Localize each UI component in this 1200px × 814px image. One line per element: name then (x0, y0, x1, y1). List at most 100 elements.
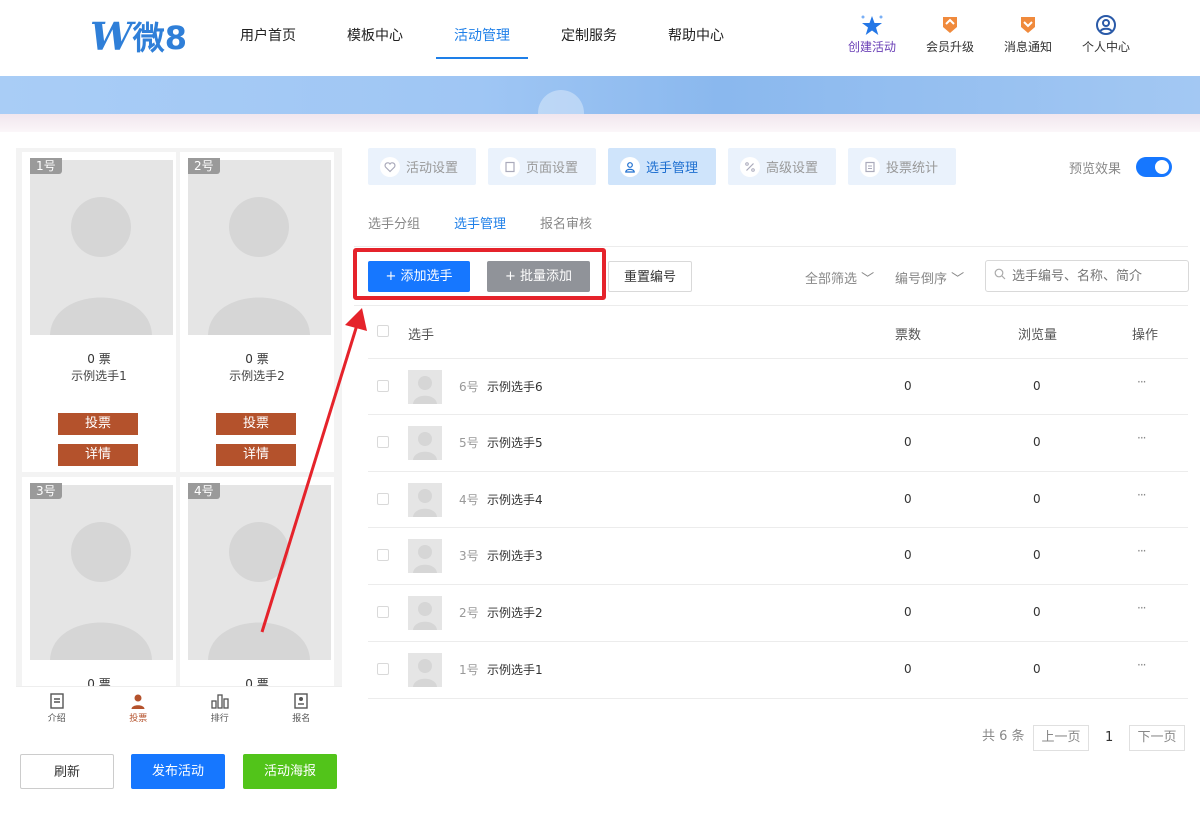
row-checkbox[interactable] (377, 380, 389, 392)
row-checkbox[interactable] (377, 549, 389, 561)
bottom-nav-rank[interactable]: 排行 (179, 687, 261, 738)
subtab-player-management[interactable]: 选手管理 (454, 213, 506, 232)
more-actions-icon[interactable]: ··· (1137, 375, 1147, 389)
nav-custom-service[interactable]: 定制服务 (543, 0, 635, 58)
player-votes: 0 (904, 605, 912, 619)
player-card[interactable]: 2号 0 票 示例选手2 投票 详情 (180, 152, 334, 472)
tab-advanced-settings[interactable]: 高级设置 (728, 148, 836, 185)
annotation-highlight-box (353, 248, 606, 300)
next-page-button[interactable]: 下一页 (1129, 725, 1185, 751)
detail-button[interactable]: 详情 (58, 444, 138, 466)
player-name: 示例选手1 (487, 663, 543, 677)
player-card[interactable]: 3号 0 票 (22, 477, 176, 691)
player-avatar (408, 426, 442, 460)
subtab-player-groups[interactable]: 选手分组 (368, 213, 420, 232)
nav-templates[interactable]: 模板中心 (329, 0, 421, 58)
preview-effect-toggle[interactable] (1136, 157, 1172, 177)
bottom-nav-intro[interactable]: 介绍 (16, 687, 98, 738)
table-row[interactable]: 5号 示例选手5 0 0 ··· (368, 414, 1188, 470)
notifications-button[interactable]: 消息通知 (989, 14, 1067, 55)
table-row[interactable]: 3号 示例选手3 0 0 ··· (368, 527, 1188, 583)
player-votes: 0 (904, 492, 912, 506)
player-card[interactable]: 4号 0 票 (180, 477, 334, 691)
bottom-nav-signup[interactable]: 报名 (261, 687, 343, 738)
player-views: 0 (1033, 492, 1041, 506)
stars-icon (833, 14, 911, 36)
player-number: 5号 (459, 436, 479, 450)
logo-mark: W (90, 13, 133, 59)
more-actions-icon[interactable]: ··· (1137, 488, 1147, 502)
tab-label: 高级设置 (766, 161, 819, 176)
player-number: 6号 (459, 380, 479, 394)
bottom-nav-label: 报名 (292, 714, 311, 724)
player-card[interactable]: 1号 0 票 示例选手1 投票 详情 (22, 152, 176, 472)
person-icon (98, 691, 180, 711)
player-name: 示例选手2 (487, 606, 543, 620)
player-number-badge: 4号 (188, 483, 220, 499)
publish-activity-button[interactable]: 发布活动 (131, 754, 225, 789)
member-upgrade-button[interactable]: 会员升级 (911, 14, 989, 55)
tab-page-settings[interactable]: 页面设置 (488, 148, 596, 185)
more-actions-icon[interactable]: ··· (1137, 431, 1147, 445)
tab-activity-settings[interactable]: 活动设置 (368, 148, 476, 185)
row-checkbox[interactable] (377, 663, 389, 675)
select-all-checkbox[interactable] (377, 325, 389, 337)
row-checkbox[interactable] (377, 606, 389, 618)
player-number-badge: 3号 (30, 483, 62, 499)
player-avatar (408, 539, 442, 573)
player-views: 0 (1033, 662, 1041, 676)
mobile-preview: 1号 0 票 示例选手1 投票 详情 2号 0 票 示例选手2 投票 详情 3号… (16, 148, 342, 738)
vote-button[interactable]: 投票 (58, 413, 138, 435)
prev-page-button[interactable]: 上一页 (1033, 725, 1089, 751)
banner (0, 76, 1200, 114)
table-row[interactable]: 6号 示例选手6 0 0 ··· (368, 358, 1188, 414)
activity-poster-button[interactable]: 活动海报 (243, 754, 337, 789)
subtab-signup-review[interactable]: 报名审核 (540, 213, 592, 232)
row-checkbox[interactable] (377, 493, 389, 505)
search-input[interactable] (985, 260, 1189, 292)
vote-button[interactable]: 投票 (216, 413, 296, 435)
nav-activity-management[interactable]: 活动管理 (436, 0, 528, 59)
player-views: 0 (1033, 605, 1041, 619)
bottom-nav-vote[interactable]: 投票 (98, 687, 180, 738)
player-views: 0 (1033, 435, 1041, 449)
player-votes: 0 票 (245, 352, 269, 366)
reset-numbering-button[interactable]: 重置编号 (608, 261, 692, 292)
player-name: 示例选手4 (487, 493, 543, 507)
divider (368, 698, 1188, 699)
main-nav: 用户首页 模板中心 活动管理 定制服务 帮助中心 (222, 0, 757, 76)
player-name: 示例选手2 (229, 369, 285, 383)
sort-order-dropdown[interactable]: 编号倒序 ﹀ (895, 268, 964, 287)
player-number: 2号 (459, 606, 479, 620)
settings-tabs: 活动设置 页面设置 选手管理 高级设置 投票统计 (368, 148, 968, 185)
tab-player-management[interactable]: 选手管理 (608, 148, 716, 185)
filter-all-dropdown[interactable]: 全部筛选 ﹀ (805, 268, 874, 287)
more-actions-icon[interactable]: ··· (1137, 658, 1147, 672)
player-avatar (408, 483, 442, 517)
more-actions-icon[interactable]: ··· (1137, 544, 1147, 558)
table-row[interactable]: 4号 示例选手4 0 0 ··· (368, 471, 1188, 527)
logo[interactable]: W 微8 (90, 13, 187, 59)
personal-center-button[interactable]: 个人中心 (1067, 14, 1145, 55)
create-activity-button[interactable]: 创建活动 (833, 14, 911, 55)
nav-help[interactable]: 帮助中心 (650, 0, 742, 58)
bottom-nav-label: 排行 (210, 714, 229, 724)
player-photo-placeholder (188, 160, 331, 335)
player-number-badge: 1号 (30, 158, 62, 174)
bar-chart-icon (179, 691, 261, 711)
percent-icon (740, 156, 760, 177)
user-icon (620, 156, 640, 177)
row-checkbox[interactable] (377, 436, 389, 448)
tab-vote-statistics[interactable]: 投票统计 (848, 148, 956, 185)
more-actions-icon[interactable]: ··· (1137, 601, 1147, 615)
sub-tabs: 选手分组 选手管理 报名审核 (368, 213, 626, 232)
nav-home[interactable]: 用户首页 (222, 0, 314, 58)
current-page[interactable]: 1 (1105, 730, 1113, 745)
refresh-button[interactable]: 刷新 (20, 754, 114, 789)
player-avatar (408, 370, 442, 404)
detail-button[interactable]: 详情 (216, 444, 296, 466)
player-number: 3号 (459, 549, 479, 563)
table-row[interactable]: 2号 示例选手2 0 0 ··· (368, 584, 1188, 640)
player-photo-placeholder (30, 160, 173, 335)
table-row[interactable]: 1号 示例选手1 0 0 ··· (368, 641, 1188, 697)
